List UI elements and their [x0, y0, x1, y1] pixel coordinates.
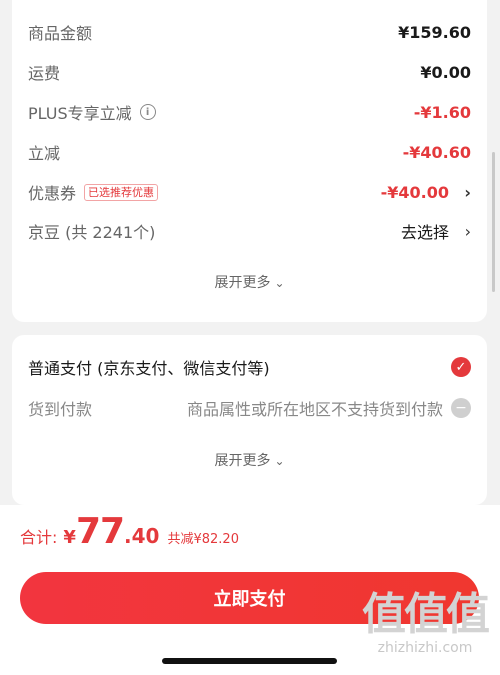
payment-option-normal-label: 普通支付 (京东支付、微信支付等) — [28, 359, 270, 378]
payment-option-cod-label: 货到付款 — [28, 400, 93, 419]
watermark-url: zhizhizhi.com — [377, 640, 473, 656]
row-coupon[interactable]: 优惠券 已选推荐优惠 -¥40.00 › — [28, 178, 471, 206]
chevron-down-icon: ⌄ — [274, 454, 285, 468]
payment-option-normal[interactable]: 普通支付 (京东支付、微信支付等) ✓ — [28, 353, 471, 381]
jingdou-label: 京豆 (共 2241个) — [28, 223, 156, 242]
order-summary-card: 商品金额 ¥159.60 运费 ¥0.00 PLUS专享立减 i -¥1.60 … — [12, 0, 487, 322]
info-icon[interactable]: i — [139, 104, 156, 120]
watermark: 值值值 zhizhizhi.com — [362, 589, 490, 657]
total-label: 合计: — [20, 528, 58, 547]
expand-more-button-payment[interactable]: 展开更多 ⌄ — [12, 450, 487, 470]
row-jingdou[interactable]: 京豆 (共 2241个) 去选择 › — [28, 217, 471, 245]
total-line: 合计: ¥ 77 .40 共减¥82.20 — [20, 511, 239, 571]
instant-discount-label: 立减 — [28, 144, 61, 163]
coupon-tag: 已选推荐优惠 — [84, 183, 159, 201]
currency-symbol: ¥ — [63, 527, 76, 548]
total-saving: 共减¥82.20 — [167, 532, 239, 547]
payment-option-cod: 货到付款 商品属性或所在地区不支持货到付款 − — [28, 394, 471, 422]
jingdou-select[interactable]: 去选择 — [401, 219, 449, 243]
check-circle-icon[interactable]: ✓ — [451, 357, 471, 377]
cod-unavailable-note: 商品属性或所在地区不支持货到付款 — [186, 400, 443, 419]
row-shipping: 运费 ¥0.00 — [28, 58, 471, 86]
expand-more-label: 展开更多 — [214, 453, 271, 469]
expand-more-label: 展开更多 — [214, 275, 271, 291]
total-integer: 77 — [75, 511, 125, 552]
checkout-footer: 合计: ¥ 77 .40 共减¥82.20 立即支付 值值值 zhizhizhi… — [0, 505, 500, 675]
shipping-label: 运费 — [28, 64, 61, 83]
payment-method-card: 普通支付 (京东支付、微信支付等) ✓ 货到付款 商品属性或所在地区不支持货到付… — [12, 335, 487, 505]
row-goods-amount: 商品金额 ¥159.60 — [28, 18, 471, 46]
expand-more-button[interactable]: 展开更多 ⌄ — [12, 272, 487, 292]
instant-discount-value: -¥40.60 — [402, 142, 471, 162]
row-instant-discount: 立减 -¥40.60 — [28, 138, 471, 166]
goods-amount-label: 商品金额 — [28, 24, 93, 43]
minus-circle-icon: − — [451, 398, 471, 418]
chevron-down-icon: ⌄ — [274, 276, 285, 290]
shipping-value: ¥0.00 — [420, 62, 471, 82]
home-indicator — [162, 658, 337, 664]
row-plus-discount: PLUS专享立减 i -¥1.60 — [28, 98, 471, 126]
total-decimal: .40 — [124, 524, 160, 548]
goods-amount-value: ¥159.60 — [398, 22, 471, 42]
watermark-logo: 值值值 — [362, 589, 490, 640]
coupon-value: -¥40.00 — [380, 182, 449, 202]
plus-discount-label: PLUS专享立减 — [28, 104, 132, 123]
chevron-right-icon[interactable]: › — [453, 222, 471, 241]
plus-discount-value: -¥1.60 — [413, 102, 471, 122]
coupon-label: 优惠券 — [28, 184, 77, 203]
scrollbar[interactable] — [492, 152, 495, 292]
chevron-right-icon[interactable]: › — [453, 183, 471, 202]
